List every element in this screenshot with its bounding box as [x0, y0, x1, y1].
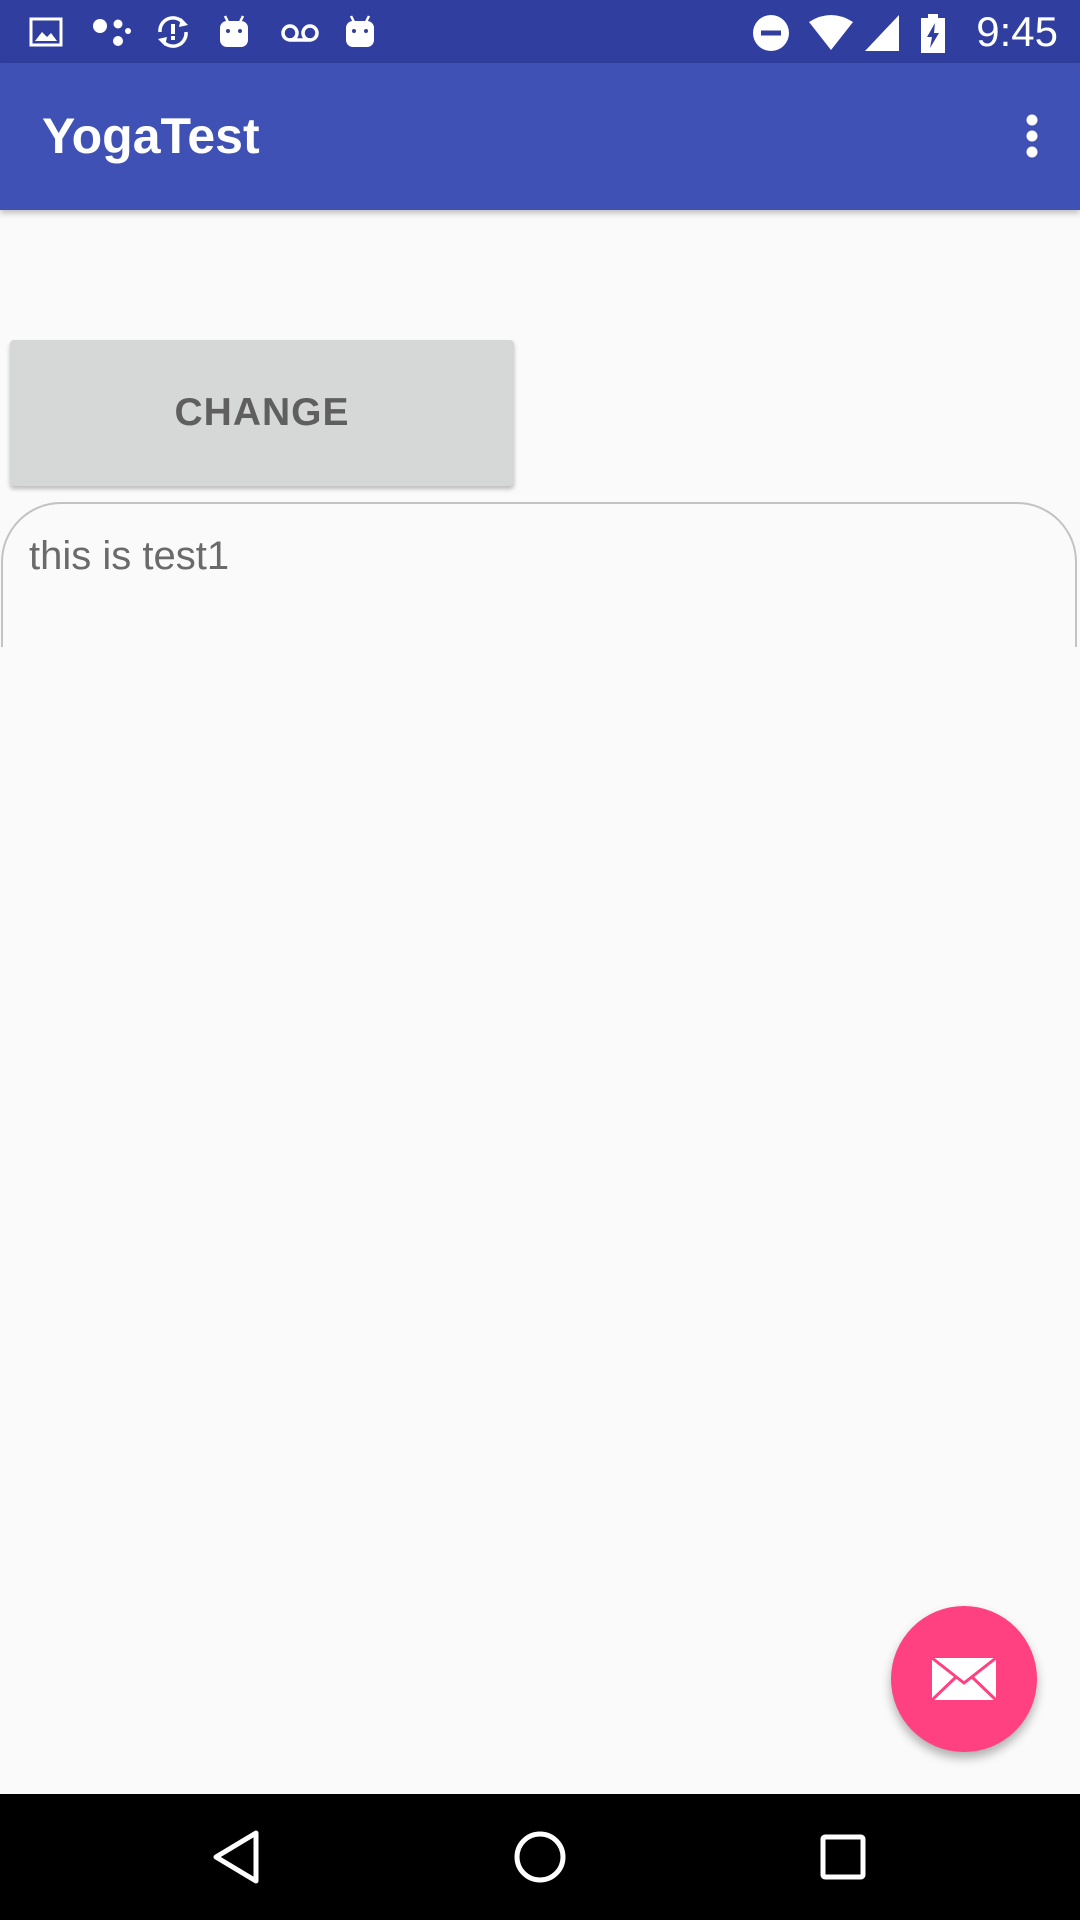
android-icon — [217, 14, 253, 50]
email-icon — [931, 1657, 997, 1701]
status-time: 9:45 — [976, 7, 1058, 55]
sync-icon — [154, 14, 190, 50]
home-icon — [514, 1831, 566, 1883]
android-icon — [343, 14, 379, 50]
back-icon — [213, 1830, 259, 1884]
battery-charging-icon — [920, 13, 956, 53]
overflow-menu-button[interactable] — [996, 100, 1068, 172]
connection-icon — [91, 14, 131, 50]
app-bar: YogaTest — [0, 63, 1080, 210]
do-not-disturb-icon — [752, 14, 790, 51]
app-title: YogaTest — [42, 108, 260, 164]
recents-button[interactable] — [805, 1819, 881, 1895]
text-area-value: this is test1 — [29, 534, 230, 578]
text-area-container: this is test1 — [0, 502, 1080, 647]
email-fab-button[interactable] — [891, 1606, 1037, 1752]
wifi-icon — [808, 14, 854, 50]
navigation-bar — [0, 1794, 1080, 1920]
voicemail-icon — [280, 14, 319, 50]
notification-icons — [28, 0, 379, 63]
home-button[interactable] — [502, 1819, 578, 1895]
text-area[interactable]: this is test1 — [1, 502, 1077, 647]
status-bar: 9:45 — [0, 0, 1080, 63]
more-vert-icon — [1026, 114, 1038, 158]
back-button[interactable] — [198, 1819, 274, 1895]
system-icons: 9:45 — [752, 0, 1058, 63]
screen: 9:45 YogaTest CHANGE this is test1 — [0, 0, 1080, 1920]
image-icon — [28, 14, 64, 50]
recents-icon — [820, 1834, 866, 1880]
change-button[interactable]: CHANGE — [10, 340, 514, 486]
cell-signal-icon — [864, 14, 900, 51]
